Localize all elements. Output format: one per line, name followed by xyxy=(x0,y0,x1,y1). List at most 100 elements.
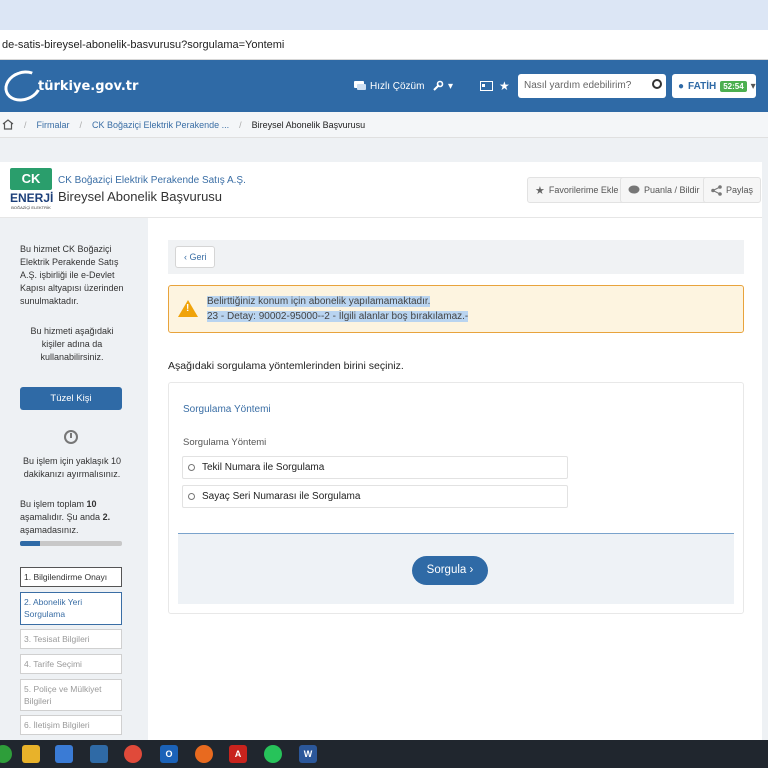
wrench-icon xyxy=(433,80,444,91)
share-label: Paylaş xyxy=(726,185,754,195)
add-favorites-button[interactable]: ★ Favorilerime Ekle xyxy=(527,177,627,203)
radio-option-label: Tekil Numara ile Sorgulama xyxy=(202,462,325,473)
breadcrumb-item-company[interactable]: CK Boğaziçi Elektrik Perakende ... xyxy=(92,120,229,130)
panel-title: Sorgulama Yöntemi xyxy=(183,404,271,415)
url-text: de-satis-bireysel-abonelik-basvurusu?sor… xyxy=(2,39,285,51)
ck-logo-word: ENERJİ xyxy=(10,191,54,205)
search-input[interactable]: Nasıl yardım edebilirim? xyxy=(518,74,666,98)
service-titlebar: CK ENERJİ BOĞAZİÇİ ELEKTRİK CK Boğaziçi … xyxy=(0,162,762,218)
quick-solution-label: Hızlı Çözüm xyxy=(370,80,425,92)
user-icon: ● xyxy=(678,80,685,92)
whatsapp-icon[interactable] xyxy=(264,745,282,763)
search-icon[interactable] xyxy=(652,79,662,89)
back-row: ‹ Geri xyxy=(168,240,744,274)
step-item: 5. Poliçe ve Mülkiyet Bilgileri xyxy=(20,679,122,711)
query-submit-button[interactable]: Sorgula › xyxy=(412,556,488,585)
warning-icon xyxy=(178,300,198,317)
tools-menu-button[interactable]: ▾ xyxy=(432,75,453,97)
ck-enerji-logo: CK ENERJİ BOĞAZİÇİ ELEKTRİK xyxy=(10,168,54,212)
chevron-down-icon: ▾ xyxy=(750,80,756,92)
query-method-label: Sorgulama Yöntemi xyxy=(183,437,267,448)
ck-logo-subtitle: BOĞAZİÇİ ELEKTRİK xyxy=(11,205,51,210)
breadcrumb-item-current: Bireysel Abonelik Başvurusu xyxy=(251,119,366,130)
browser-tabstrip xyxy=(0,0,768,30)
company-name[interactable]: CK Boğaziçi Elektrik Perakende Satış A.Ş… xyxy=(58,175,246,186)
query-submit-label: Sorgula xyxy=(426,564,467,576)
site-header: türkiye.gov.tr Hızlı Çözüm ▾ ★ Nasıl yar… xyxy=(0,60,768,112)
steps-prefix: Bu işlem toplam xyxy=(20,499,87,509)
step-item[interactable]: 1. Bilgilendirme Onayı xyxy=(20,567,122,587)
step-item: 3. Tesisat Bilgileri xyxy=(20,629,122,649)
ck-logo-mark: CK xyxy=(10,168,52,190)
user-name: FATİH xyxy=(688,80,717,92)
turkiye-gov-logo[interactable]: türkiye.gov.tr xyxy=(0,65,139,107)
session-timer-badge: 52:54 xyxy=(720,80,747,92)
card-button[interactable] xyxy=(480,75,493,97)
store-icon[interactable] xyxy=(55,745,73,763)
radio-option-label: Sayaç Seri Numarası ile Sorgulama xyxy=(202,491,361,502)
warning-alert: Belirttiğiniz konum için abonelik yapıla… xyxy=(168,285,744,333)
page-title: Bireysel Abonelik Başvurusu xyxy=(58,189,223,204)
search-placeholder: Nasıl yardım edebilirim? xyxy=(524,80,632,91)
rate-report-label: Puanla / Bildir xyxy=(644,185,700,195)
comment-icon xyxy=(628,185,640,194)
step-item: 6. İletişim Bilgileri xyxy=(20,715,122,735)
steps-mid: aşamalıdır. Şu anda xyxy=(20,512,103,522)
edge-icon[interactable] xyxy=(0,745,12,763)
share-icon xyxy=(711,184,722,196)
chevron-down-icon: ▾ xyxy=(448,80,454,92)
main-content: ‹ Geri Belirttiğiniz konum için abonelik… xyxy=(148,218,762,740)
logo-text: türkiye.gov.tr xyxy=(38,78,139,94)
windows-taskbar: O A W xyxy=(0,740,768,768)
steps-current: 2. xyxy=(102,512,111,522)
instruction-text: Aşağıdaki sorgulama yöntemlerinden birin… xyxy=(168,360,404,372)
quick-solution-button[interactable]: Hızlı Çözüm xyxy=(354,75,424,97)
chat-icon xyxy=(354,80,366,90)
star-icon: ★ xyxy=(535,184,545,197)
user-menu-button[interactable]: ● FATİH 52:54 ▾ xyxy=(672,74,756,98)
steps-info-text: Bu işlem toplam 10 aşamalıdır. Şu anda 2… xyxy=(20,498,130,537)
logo-swoosh-icon xyxy=(0,65,46,107)
query-method-panel: Sorgulama Yöntemi Sorgulama Yöntemi Teki… xyxy=(168,382,744,614)
warning-message-line1: Belirttiğiniz konum için abonelik yapıla… xyxy=(207,296,431,307)
sidebar: Bu hizmet CK Boğaziçi Elektrik Perakende… xyxy=(0,218,148,740)
radio-button[interactable] xyxy=(188,464,195,471)
share-button[interactable]: Paylaş xyxy=(703,177,762,203)
back-label: Geri xyxy=(189,252,207,262)
breadcrumb: / Firmalar / CK Boğaziçi Elektrik Perake… xyxy=(0,112,768,138)
address-bar[interactable]: de-satis-bireysel-abonelik-basvurusu?sor… xyxy=(0,30,768,60)
file-explorer-icon[interactable] xyxy=(22,745,40,763)
radio-button[interactable] xyxy=(188,493,195,500)
step-item-active[interactable]: 2. Abonelik Yeri Sorgulama xyxy=(20,592,122,625)
firefox-icon[interactable] xyxy=(195,745,213,763)
duration-text: Bu işlem için yaklaşık 10 dakikanızı ayı… xyxy=(22,456,122,479)
favorites-star-button[interactable]: ★ xyxy=(499,75,510,97)
steps-suffix: aşamadasınız. xyxy=(20,525,79,535)
id-card-icon xyxy=(480,81,493,91)
word-icon[interactable]: W xyxy=(299,745,317,763)
legal-entity-button[interactable]: Tüzel Kişi xyxy=(20,387,122,410)
breadcrumb-separator: / xyxy=(24,119,27,130)
star-icon: ★ xyxy=(499,79,510,93)
breadcrumb-item-firmalar[interactable]: Firmalar xyxy=(37,120,70,130)
breadcrumb-separator: / xyxy=(239,119,242,130)
radio-option-meter-serial[interactable]: Sayaç Seri Numarası ile Sorgulama xyxy=(182,485,568,508)
warning-message-line2: 23 - Detay: 90002-95000--2 - İlgili alan… xyxy=(207,311,469,322)
step-progress-bar xyxy=(20,541,122,546)
outlook-icon[interactable]: O xyxy=(160,745,178,763)
mail-icon[interactable] xyxy=(90,745,108,763)
step-item: 4. Tarife Seçimi xyxy=(20,654,122,674)
radio-option-single-number[interactable]: Tekil Numara ile Sorgulama xyxy=(182,456,568,479)
chrome-icon[interactable] xyxy=(124,745,142,763)
breadcrumb-separator: / xyxy=(79,119,83,130)
panel-footer: Sorgula › xyxy=(178,533,734,604)
service-intro-text: Bu hizmet CK Boğaziçi Elektrik Perakende… xyxy=(20,244,124,306)
users-info-text: Bu hizmeti aşağıdaki kişiler adına da ku… xyxy=(30,326,114,362)
rate-report-button[interactable]: Puanla / Bildir xyxy=(620,177,708,203)
acrobat-icon[interactable]: A xyxy=(229,745,247,763)
step-progress-fill xyxy=(20,541,41,546)
add-favorites-label: Favorilerime Ekle xyxy=(548,185,619,195)
clock-icon xyxy=(64,430,78,444)
back-button[interactable]: ‹ Geri xyxy=(175,246,215,268)
home-icon[interactable] xyxy=(2,119,14,130)
